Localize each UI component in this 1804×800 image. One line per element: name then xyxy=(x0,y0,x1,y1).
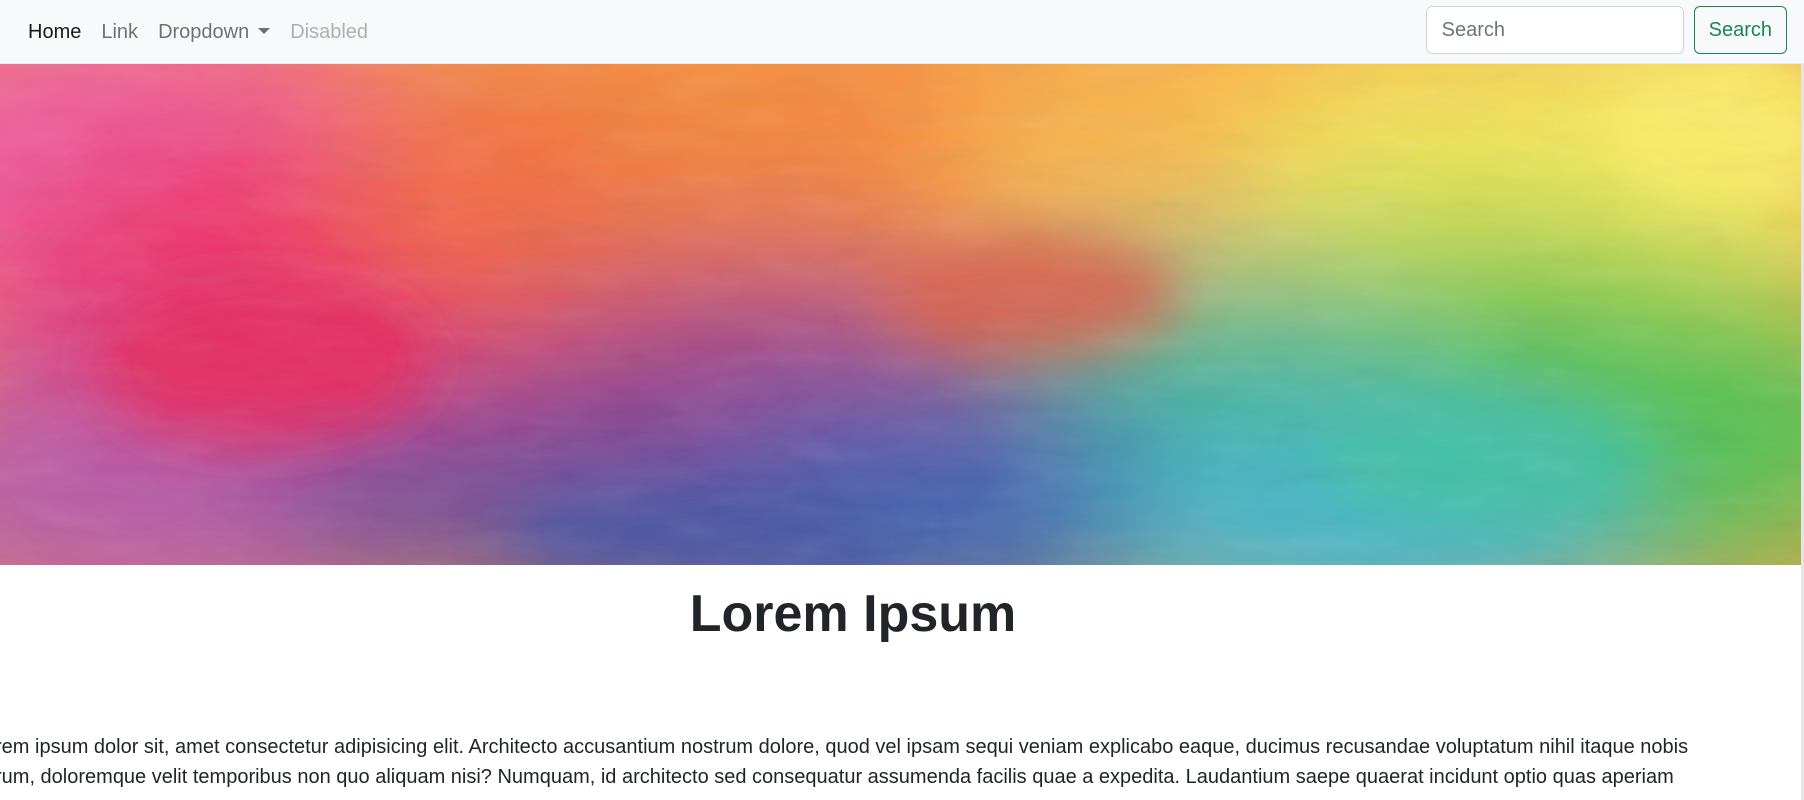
search-input[interactable] xyxy=(1425,6,1684,54)
page-title: Lorem Ipsum xyxy=(689,585,1017,643)
nav-link-home[interactable]: Home xyxy=(28,21,81,44)
nav-dropdown-label: Dropdown xyxy=(158,20,250,43)
search-button[interactable]: Search xyxy=(1693,6,1787,54)
caret-down-icon xyxy=(258,27,271,34)
nav-dropdown-toggle[interactable]: Dropdown xyxy=(158,20,271,44)
hero-banner-image xyxy=(0,64,1804,565)
search-form: Search xyxy=(1425,6,1787,54)
nav-link-disabled: Disabled xyxy=(290,20,369,43)
nav-links: Home Link Dropdown Disabled xyxy=(28,0,388,64)
watercolor-rainbow-image xyxy=(0,64,1804,565)
top-navbar: Home Link Dropdown Disabled Search xyxy=(0,0,1804,64)
body-paragraph: rem ipsum dolor sit, amet consectetur ad… xyxy=(0,732,1695,792)
paragraph-line: rem ipsum dolor sit, amet consectetur ad… xyxy=(0,736,1689,758)
nav-link-link[interactable]: Link xyxy=(101,21,138,44)
paragraph-line: rum, doloremque velit temporibus non quo… xyxy=(0,766,1674,788)
